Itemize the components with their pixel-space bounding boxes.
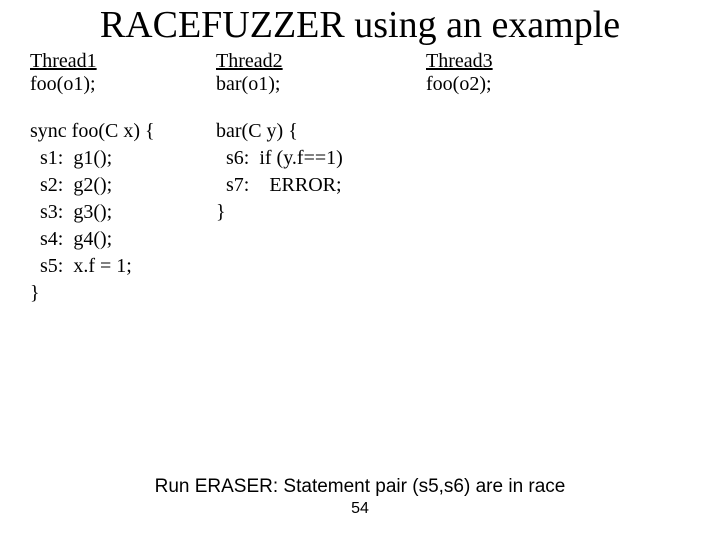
- footer-note: Run ERASER: Statement pair (s5,s6) are i…: [0, 476, 720, 498]
- thread-header-row: Thread1 foo(o1); Thread2 bar(o1); Thread…: [0, 48, 720, 96]
- bar-code: bar(C y) { s6: if (y.f==1) s7: ERROR; }: [216, 118, 426, 307]
- page-number: 54: [0, 500, 720, 518]
- thread3-col: Thread3 foo(o2);: [426, 50, 606, 96]
- thread2-call: bar(o1);: [216, 73, 426, 96]
- thread3-call: foo(o2);: [426, 73, 606, 96]
- foo-code: sync foo(C x) { s1: g1(); s2: g2(); s3: …: [30, 118, 216, 307]
- thread3-label: Thread3: [426, 50, 606, 73]
- thread2-col: Thread2 bar(o1);: [216, 50, 426, 96]
- thread1-col: Thread1 foo(o1);: [30, 50, 216, 96]
- thread1-call: foo(o1);: [30, 73, 216, 96]
- slide-title: RACEFUZZER using an example: [18, 0, 702, 48]
- code-row: sync foo(C x) { s1: g1(); s2: g2(); s3: …: [0, 96, 720, 307]
- thread1-label: Thread1: [30, 50, 216, 73]
- thread2-label: Thread2: [216, 50, 426, 73]
